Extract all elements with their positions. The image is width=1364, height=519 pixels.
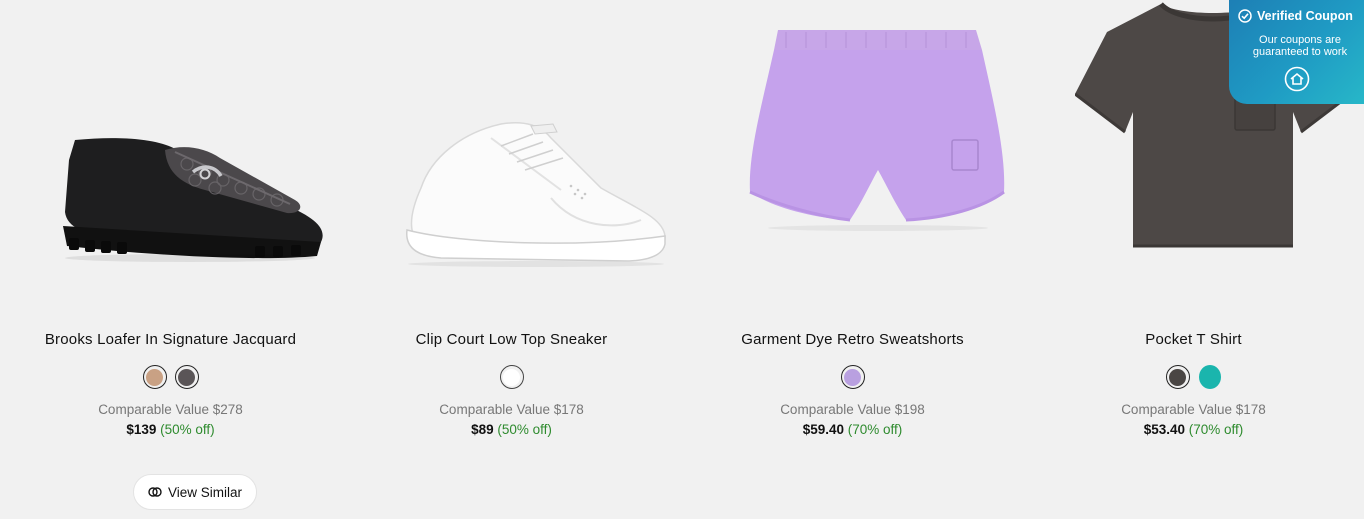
color-swatches bbox=[682, 365, 1023, 389]
discount-percent: (70% off) bbox=[1188, 422, 1244, 437]
swatch-fill bbox=[178, 368, 195, 386]
color-swatches bbox=[1023, 365, 1364, 389]
price-value: $89 bbox=[471, 422, 494, 437]
product-card-sneaker[interactable]: Clip Court Low Top Sneaker Comparable Va… bbox=[341, 0, 682, 519]
comparable-value: Comparable Value $178 bbox=[1121, 402, 1266, 417]
discount-percent: (50% off) bbox=[497, 422, 552, 437]
product-name[interactable]: Brooks Loafer In Signature Jacquard bbox=[0, 331, 341, 348]
check-badge-icon bbox=[1238, 9, 1252, 23]
color-swatches bbox=[341, 365, 682, 389]
discount-percent: (70% off) bbox=[847, 422, 903, 437]
price-value: $139 bbox=[126, 422, 157, 437]
price-value: $53.40 bbox=[1143, 422, 1185, 437]
coupon-subtitle: Our coupons are guaranteed to work bbox=[1239, 34, 1361, 58]
swatch-fill bbox=[844, 368, 861, 386]
product-image-sneaker[interactable] bbox=[341, 0, 682, 310]
swatch-charcoal[interactable] bbox=[174, 365, 199, 389]
swatch-white[interactable] bbox=[499, 365, 524, 389]
swatch-teal[interactable] bbox=[1197, 365, 1222, 389]
product-grid: Brooks Loafer In Signature Jacquard Comp… bbox=[0, 0, 1364, 519]
product-name[interactable]: Clip Court Low Top Sneaker bbox=[341, 331, 682, 348]
swatch-fill bbox=[1198, 365, 1221, 389]
swatch-signature-tan[interactable] bbox=[142, 365, 167, 389]
shield-home-icon[interactable] bbox=[1284, 66, 1310, 92]
view-similar-button[interactable]: View Similar bbox=[133, 474, 257, 510]
product-card-shorts[interactable]: Garment Dye Retro Sweatshorts Comparable… bbox=[682, 0, 1023, 519]
sale-price: $139 (50% off) bbox=[0, 422, 341, 437]
comparable-value: Comparable Value $198 bbox=[780, 402, 925, 417]
coupon-title: Verified Coupon bbox=[1257, 9, 1353, 23]
comparable-value: Comparable Value $178 bbox=[439, 402, 584, 417]
view-similar-label: View Similar bbox=[167, 484, 243, 500]
swatch-charcoal[interactable] bbox=[1165, 365, 1190, 389]
coupon-line-1: Our coupons are bbox=[1259, 34, 1341, 46]
swatch-fill bbox=[503, 368, 520, 386]
verified-coupon-badge[interactable]: Verified Coupon Our coupons are guarante… bbox=[1229, 0, 1364, 104]
product-name[interactable]: Garment Dye Retro Sweatshorts bbox=[682, 331, 1023, 348]
sale-price: $53.40 (70% off) bbox=[1023, 422, 1364, 437]
swatch-fill bbox=[146, 368, 163, 386]
product-image-shorts[interactable] bbox=[682, 0, 1023, 310]
coupon-title-row: Verified Coupon bbox=[1238, 9, 1353, 23]
shorts-image bbox=[749, 30, 1005, 231]
product-image-loafer[interactable] bbox=[0, 0, 341, 310]
sneaker-image bbox=[406, 122, 666, 267]
product-card-loafer[interactable]: Brooks Loafer In Signature Jacquard Comp… bbox=[0, 0, 341, 519]
view-similar-icon bbox=[148, 487, 162, 497]
coupon-line-2: guaranteed to work bbox=[1252, 46, 1348, 58]
sale-price: $59.40 (70% off) bbox=[682, 422, 1023, 437]
product-name[interactable]: Pocket T Shirt bbox=[1023, 331, 1364, 348]
price-value: $59.40 bbox=[802, 422, 844, 437]
discount-percent: (50% off) bbox=[160, 422, 215, 437]
swatch-fill bbox=[1169, 368, 1186, 386]
loafer-image bbox=[63, 138, 323, 262]
color-swatches bbox=[0, 365, 341, 389]
comparable-value: Comparable Value $278 bbox=[98, 402, 243, 417]
sale-price: $89 (50% off) bbox=[341, 422, 682, 437]
swatch-lavender[interactable] bbox=[840, 365, 865, 389]
